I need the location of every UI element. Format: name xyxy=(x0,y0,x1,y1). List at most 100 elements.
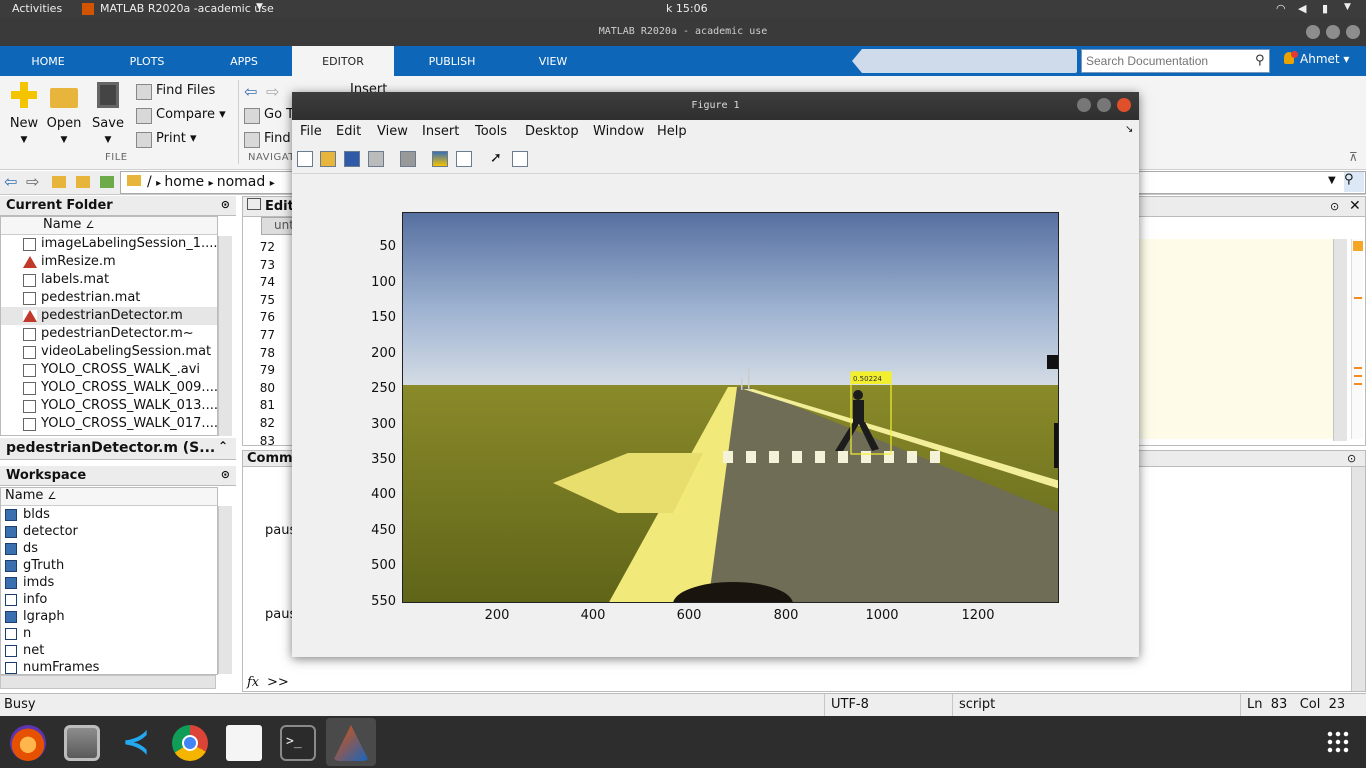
list-item[interactable]: pedestrianDetector.m~ xyxy=(1,325,217,343)
collapse-ribbon-icon[interactable]: ⊼ xyxy=(1349,150,1358,164)
plot-image[interactable]: 0.50224 xyxy=(402,212,1059,603)
tab-editor[interactable]: EDITOR xyxy=(292,46,394,76)
list-item[interactable]: YOLO_CROSS_WALK_009.... xyxy=(1,379,217,397)
list-item[interactable]: videoLabelingSession.mat xyxy=(1,343,217,361)
panel-menu-icon[interactable]: ⊙ xyxy=(1330,200,1339,213)
save-figure-icon[interactable] xyxy=(344,151,360,167)
search-documentation-input[interactable] xyxy=(1081,49,1270,73)
warning-marker[interactable] xyxy=(1354,297,1362,299)
clock[interactable]: k 15:06 xyxy=(666,2,708,15)
list-item[interactable]: YOLO_CROSS_WALK_013.... xyxy=(1,397,217,415)
list-item[interactable]: blds xyxy=(1,506,217,523)
menu-edit[interactable]: Edit xyxy=(336,124,361,139)
list-item[interactable]: pedestrianDetector.m xyxy=(1,307,217,325)
compare-button[interactable]: Compare ▾ xyxy=(134,105,226,125)
close-button[interactable] xyxy=(1117,98,1131,112)
vscode-icon[interactable]: ≺ xyxy=(118,725,154,761)
menu-insert[interactable]: Insert xyxy=(422,124,459,139)
menu-view[interactable]: View xyxy=(377,124,408,139)
search-icon[interactable]: ⚲ xyxy=(1255,53,1265,68)
close-icon[interactable]: ✕ xyxy=(1349,198,1361,214)
colorbar-icon[interactable] xyxy=(432,151,448,167)
firefox-icon[interactable] xyxy=(10,725,46,761)
minimize-button[interactable] xyxy=(1306,25,1320,39)
terminal-icon[interactable]: >_ xyxy=(280,725,316,761)
menu-desktop[interactable]: Desktop xyxy=(525,124,579,139)
system-menu-icon[interactable]: ▼ xyxy=(1344,2,1351,12)
text-editor-icon[interactable] xyxy=(226,725,262,761)
files-icon[interactable] xyxy=(64,725,100,761)
print-figure-icon[interactable] xyxy=(368,151,384,167)
list-item[interactable]: pedestrian.mat xyxy=(1,289,217,307)
minimize-button[interactable] xyxy=(1077,98,1091,112)
panel-menu-icon[interactable]: ⊙ xyxy=(1347,452,1356,465)
chevron-down-icon[interactable]: ▼ xyxy=(256,2,263,12)
workspace-header[interactable]: Workspace ⊙ xyxy=(0,466,236,486)
menu-file[interactable]: File xyxy=(300,124,322,139)
warning-marker[interactable] xyxy=(1354,383,1362,385)
list-item[interactable]: labels.mat xyxy=(1,271,217,289)
app-grid-icon[interactable] xyxy=(1326,730,1350,754)
list-item[interactable]: detector xyxy=(1,523,217,540)
panel-menu-icon[interactable]: ⊙ xyxy=(221,468,230,481)
tab-view[interactable]: VIEW xyxy=(506,46,600,76)
menu-tools[interactable]: Tools xyxy=(475,124,507,139)
new-button[interactable]: New ▼ xyxy=(2,82,46,146)
workspace-scrollbar[interactable] xyxy=(218,506,232,674)
refresh-icon[interactable] xyxy=(100,176,114,188)
panel-menu-icon[interactable]: ⊙ xyxy=(221,198,230,211)
find-files-button[interactable]: Find Files xyxy=(134,81,215,101)
pointer-icon[interactable]: ➚ xyxy=(490,151,506,167)
legend-icon[interactable] xyxy=(456,151,472,167)
name-column-header[interactable]: Name ∠ xyxy=(1,217,217,235)
search-path-icon[interactable]: ⚲ xyxy=(1344,172,1364,192)
battery-icon[interactable]: ▮ xyxy=(1322,2,1328,15)
path-home[interactable]: home xyxy=(164,174,204,190)
back-arrow-icon[interactable]: ⇦ xyxy=(244,82,257,101)
folder-scrollbar[interactable] xyxy=(218,236,232,436)
name-column-header[interactable]: Name ∠ xyxy=(1,488,217,506)
command-prompt[interactable]: >> xyxy=(267,675,289,690)
current-folder-header[interactable]: Current Folder ⊙ xyxy=(0,196,236,216)
tab-plots[interactable]: PLOTS xyxy=(100,46,194,76)
dock-figure-icon[interactable]: ↘ xyxy=(1125,124,1133,135)
figure-title-bar[interactable]: Figure 1 xyxy=(292,92,1139,120)
quick-access-toolbar[interactable] xyxy=(852,49,1077,73)
activities-button[interactable]: Activities xyxy=(12,2,62,15)
list-item[interactable]: info xyxy=(1,591,217,608)
code-area[interactable] xyxy=(1139,239,1335,439)
list-item[interactable]: n xyxy=(1,625,217,642)
open-button[interactable]: Open ▼ xyxy=(42,82,86,146)
chevron-up-icon[interactable]: ⌃ xyxy=(218,439,228,453)
list-item[interactable]: imResize.m xyxy=(1,253,217,271)
forward-arrow-icon[interactable]: ⇨ xyxy=(266,82,279,101)
save-button[interactable]: Save ▼ xyxy=(86,82,130,146)
list-item[interactable]: YOLO_CROSS_WALK_017.... xyxy=(1,415,217,433)
list-item[interactable]: gTruth xyxy=(1,557,217,574)
forward-arrow-icon[interactable]: ⇨ xyxy=(26,172,39,191)
path-dropdown-icon[interactable]: ▼ xyxy=(1328,175,1336,186)
tab-publish[interactable]: PUBLISH xyxy=(404,46,500,76)
menu-window[interactable]: Window xyxy=(593,124,644,139)
new-figure-icon[interactable] xyxy=(297,151,313,167)
go-to-button[interactable]: Go T xyxy=(242,105,294,125)
link-plot-icon[interactable] xyxy=(400,151,416,167)
tab-home[interactable]: HOME xyxy=(0,46,96,76)
menu-help[interactable]: Help xyxy=(657,124,687,139)
close-button[interactable] xyxy=(1346,25,1360,39)
list-item[interactable]: lgraph xyxy=(1,608,217,625)
chrome-icon[interactable] xyxy=(172,725,208,761)
up-folder-icon[interactable] xyxy=(52,176,66,188)
wifi-icon[interactable]: ◠ xyxy=(1276,2,1286,15)
warning-indicator[interactable] xyxy=(1353,241,1363,251)
details-panel[interactable]: pedestrianDetector.m (S... ⌃ xyxy=(0,438,236,460)
list-item[interactable]: net xyxy=(1,642,217,659)
find-button[interactable]: Find xyxy=(242,129,291,149)
function-icon[interactable]: fx xyxy=(247,675,259,690)
code-analyzer-bar[interactable] xyxy=(1351,239,1363,439)
path-root[interactable]: / xyxy=(147,174,152,190)
maximize-button[interactable] xyxy=(1326,25,1340,39)
maximize-button[interactable] xyxy=(1097,98,1111,112)
command-scrollbar[interactable] xyxy=(1351,467,1365,691)
print-button[interactable]: Print ▾ xyxy=(134,129,197,149)
